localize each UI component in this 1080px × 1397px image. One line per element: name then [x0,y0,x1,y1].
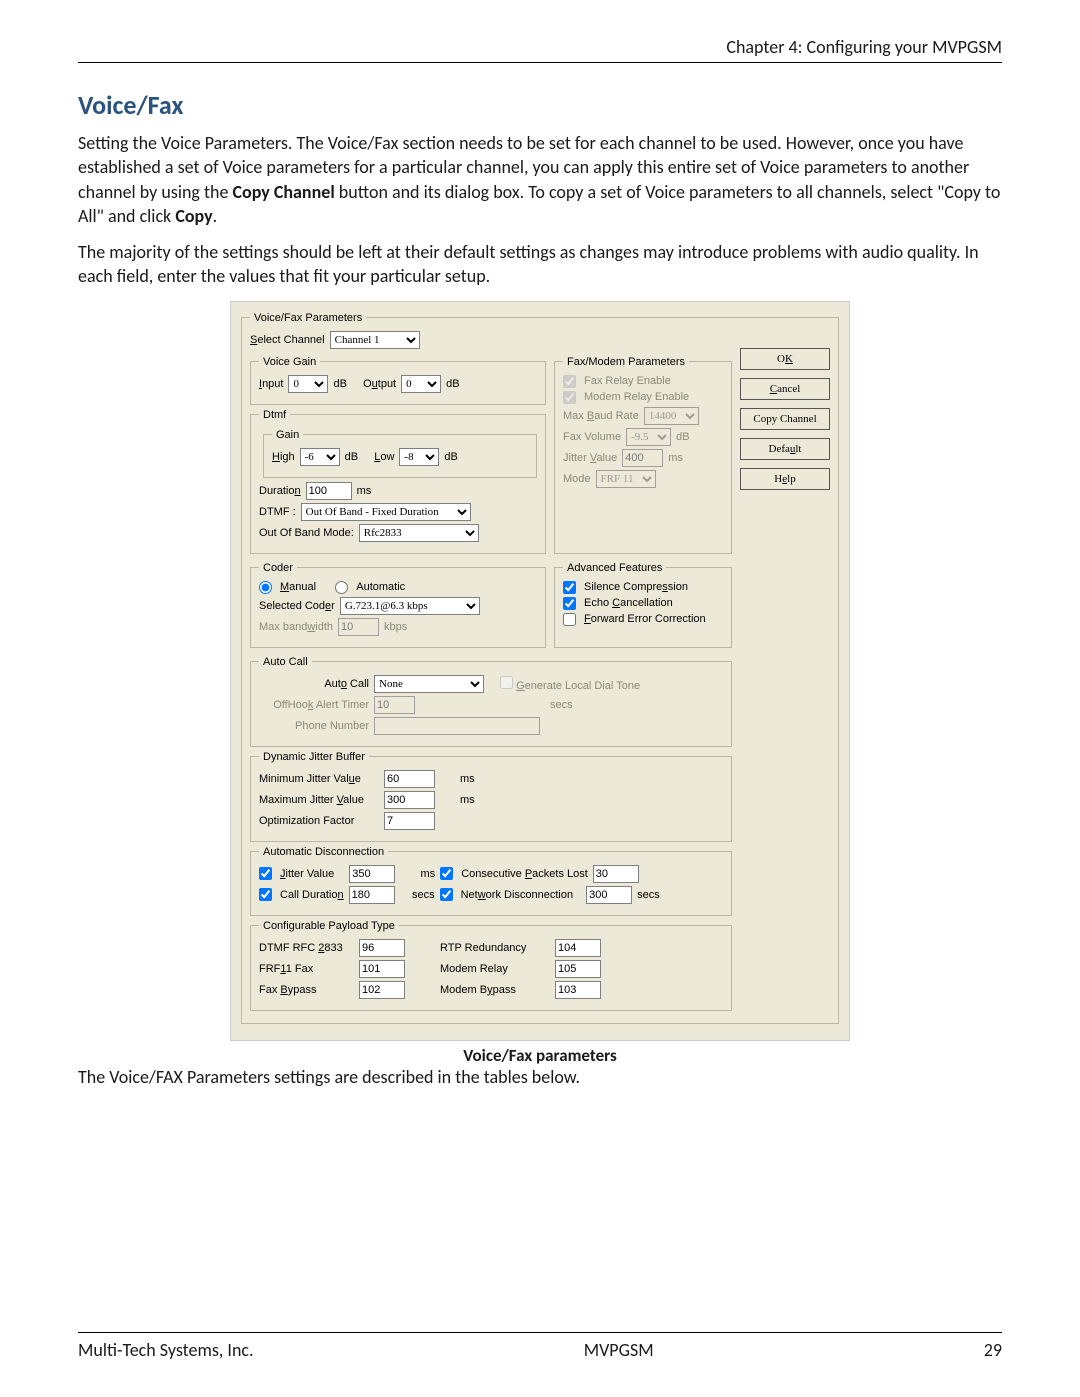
min-jitter-input[interactable] [384,770,435,788]
voice-gain-group: Voice Gain Input 0 dB Output 0 dB [250,356,546,405]
coder-manual-radio[interactable] [259,581,272,594]
dtmf-duration-label: Duration [259,485,301,497]
offhook-timer-input [374,696,415,714]
max-bandwidth-input [338,618,379,636]
call-duration-input[interactable] [349,886,395,904]
selected-coder-dropdown[interactable]: G.723.1@6.3 kbps [340,597,480,615]
help-button[interactable]: Help [740,468,830,490]
modem-relay-checkbox [563,391,576,404]
auto-call-group: Auto Call Auto Call None Generate Local … [250,656,732,747]
voicefax-dialog: Voice/Fax Parameters Select Channel Chan… [230,301,850,1041]
page-header: Chapter 4: Configuring your MVPGSM [78,36,1002,63]
ok-button[interactable]: OK [740,348,830,370]
gldt-checkbox [500,676,513,689]
silence-compression-checkbox[interactable] [563,581,576,594]
figure-caption: Voice/Fax parameters [78,1045,1002,1066]
network-disc-checkbox[interactable] [440,888,453,901]
network-disc-input[interactable] [586,886,632,904]
cpl-input[interactable] [593,865,639,883]
dtmf-group: Dtmf Gain High -6 dB Low -8 [250,409,546,554]
coder-group: Coder Manual Automatic Selected Coder G.… [250,562,546,648]
fax-bypass-input[interactable] [359,981,405,999]
gain-low-dropdown[interactable]: -8 [399,448,439,466]
rtp-redundancy-input[interactable] [555,939,601,957]
input-gain-label: Input [259,378,283,390]
fax-modem-group: Fax/Modem Parameters Fax Relay Enable Mo… [554,356,732,554]
select-channel-dropdown[interactable]: Channel 1 [330,331,420,349]
advanced-features-group: Advanced Features Silence Compression Ec… [554,562,732,648]
footer-center: MVPGSM [584,1339,654,1361]
dtmf-duration-input[interactable] [306,482,352,500]
optimization-factor-input[interactable] [384,812,435,830]
intro-paragraph-1: Setting the Voice Parameters. The Voice/… [78,131,1002,228]
input-gain-dropdown[interactable]: 0 [288,375,328,393]
select-channel-label: Select Channel [250,334,325,346]
default-button[interactable]: Default [740,438,830,460]
after-caption-text: The Voice/FAX Parameters settings are de… [78,1066,1002,1088]
dtmf-rfc-input[interactable] [359,939,405,957]
page-footer: Multi-Tech Systems, Inc. MVPGSM 29 [78,1332,1002,1361]
section-title: Voice/Fax [78,89,1002,121]
call-duration-checkbox[interactable] [259,888,272,901]
modem-relay-input[interactable] [555,960,601,978]
max-baud-dropdown: 14400 [644,407,699,425]
fax-relay-checkbox [563,375,576,388]
footer-left: Multi-Tech Systems, Inc. [78,1339,254,1361]
cpl-checkbox[interactable] [440,867,453,880]
dtmf-mode-label: DTMF : [259,506,296,518]
copy-channel-button[interactable]: Copy Channel [740,408,830,430]
voicefax-parameters-group: Voice/Fax Parameters Select Channel Chan… [241,312,839,1024]
jitter-buffer-group: Dynamic Jitter Buffer Minimum Jitter Val… [250,751,732,842]
gain-high-label: High [272,451,295,463]
echo-cancellation-checkbox[interactable] [563,597,576,610]
auto-disconnect-group: Automatic Disconnection Jitter Value ms … [250,846,732,916]
modem-bypass-input[interactable] [555,981,601,999]
payload-type-group: Configurable Payload Type DTMF RFC 2833 … [250,920,732,1011]
intro-paragraph-2: The majority of the settings should be l… [78,240,1002,289]
ad-jitter-input[interactable] [349,865,395,883]
fax-mode-dropdown: FRF 11 [596,470,656,488]
output-gain-label: Output [363,378,396,390]
dtmf-gain-group: Gain High -6 dB Low -8 dB [263,429,537,478]
gain-low-label: Low [374,451,394,463]
gain-high-dropdown[interactable]: -6 [300,448,340,466]
cancel-button[interactable]: Cancel [740,378,830,400]
oob-mode-label: Out Of Band Mode: [259,527,354,539]
coder-automatic-radio[interactable] [335,581,348,594]
output-gain-dropdown[interactable]: 0 [401,375,441,393]
frf11-fax-input[interactable] [359,960,405,978]
oob-mode-dropdown[interactable]: Rfc2833 [359,524,479,542]
max-jitter-input[interactable] [384,791,435,809]
auto-call-dropdown[interactable]: None [374,675,484,693]
fax-volume-dropdown: -9.5 [626,428,671,446]
fax-jitter-input [622,449,663,467]
dtmf-mode-dropdown[interactable]: Out Of Band - Fixed Duration [301,503,471,521]
fec-checkbox[interactable] [563,613,576,626]
footer-right: 29 [984,1339,1002,1361]
phone-number-input [374,717,540,735]
ad-jitter-checkbox[interactable] [259,867,272,880]
